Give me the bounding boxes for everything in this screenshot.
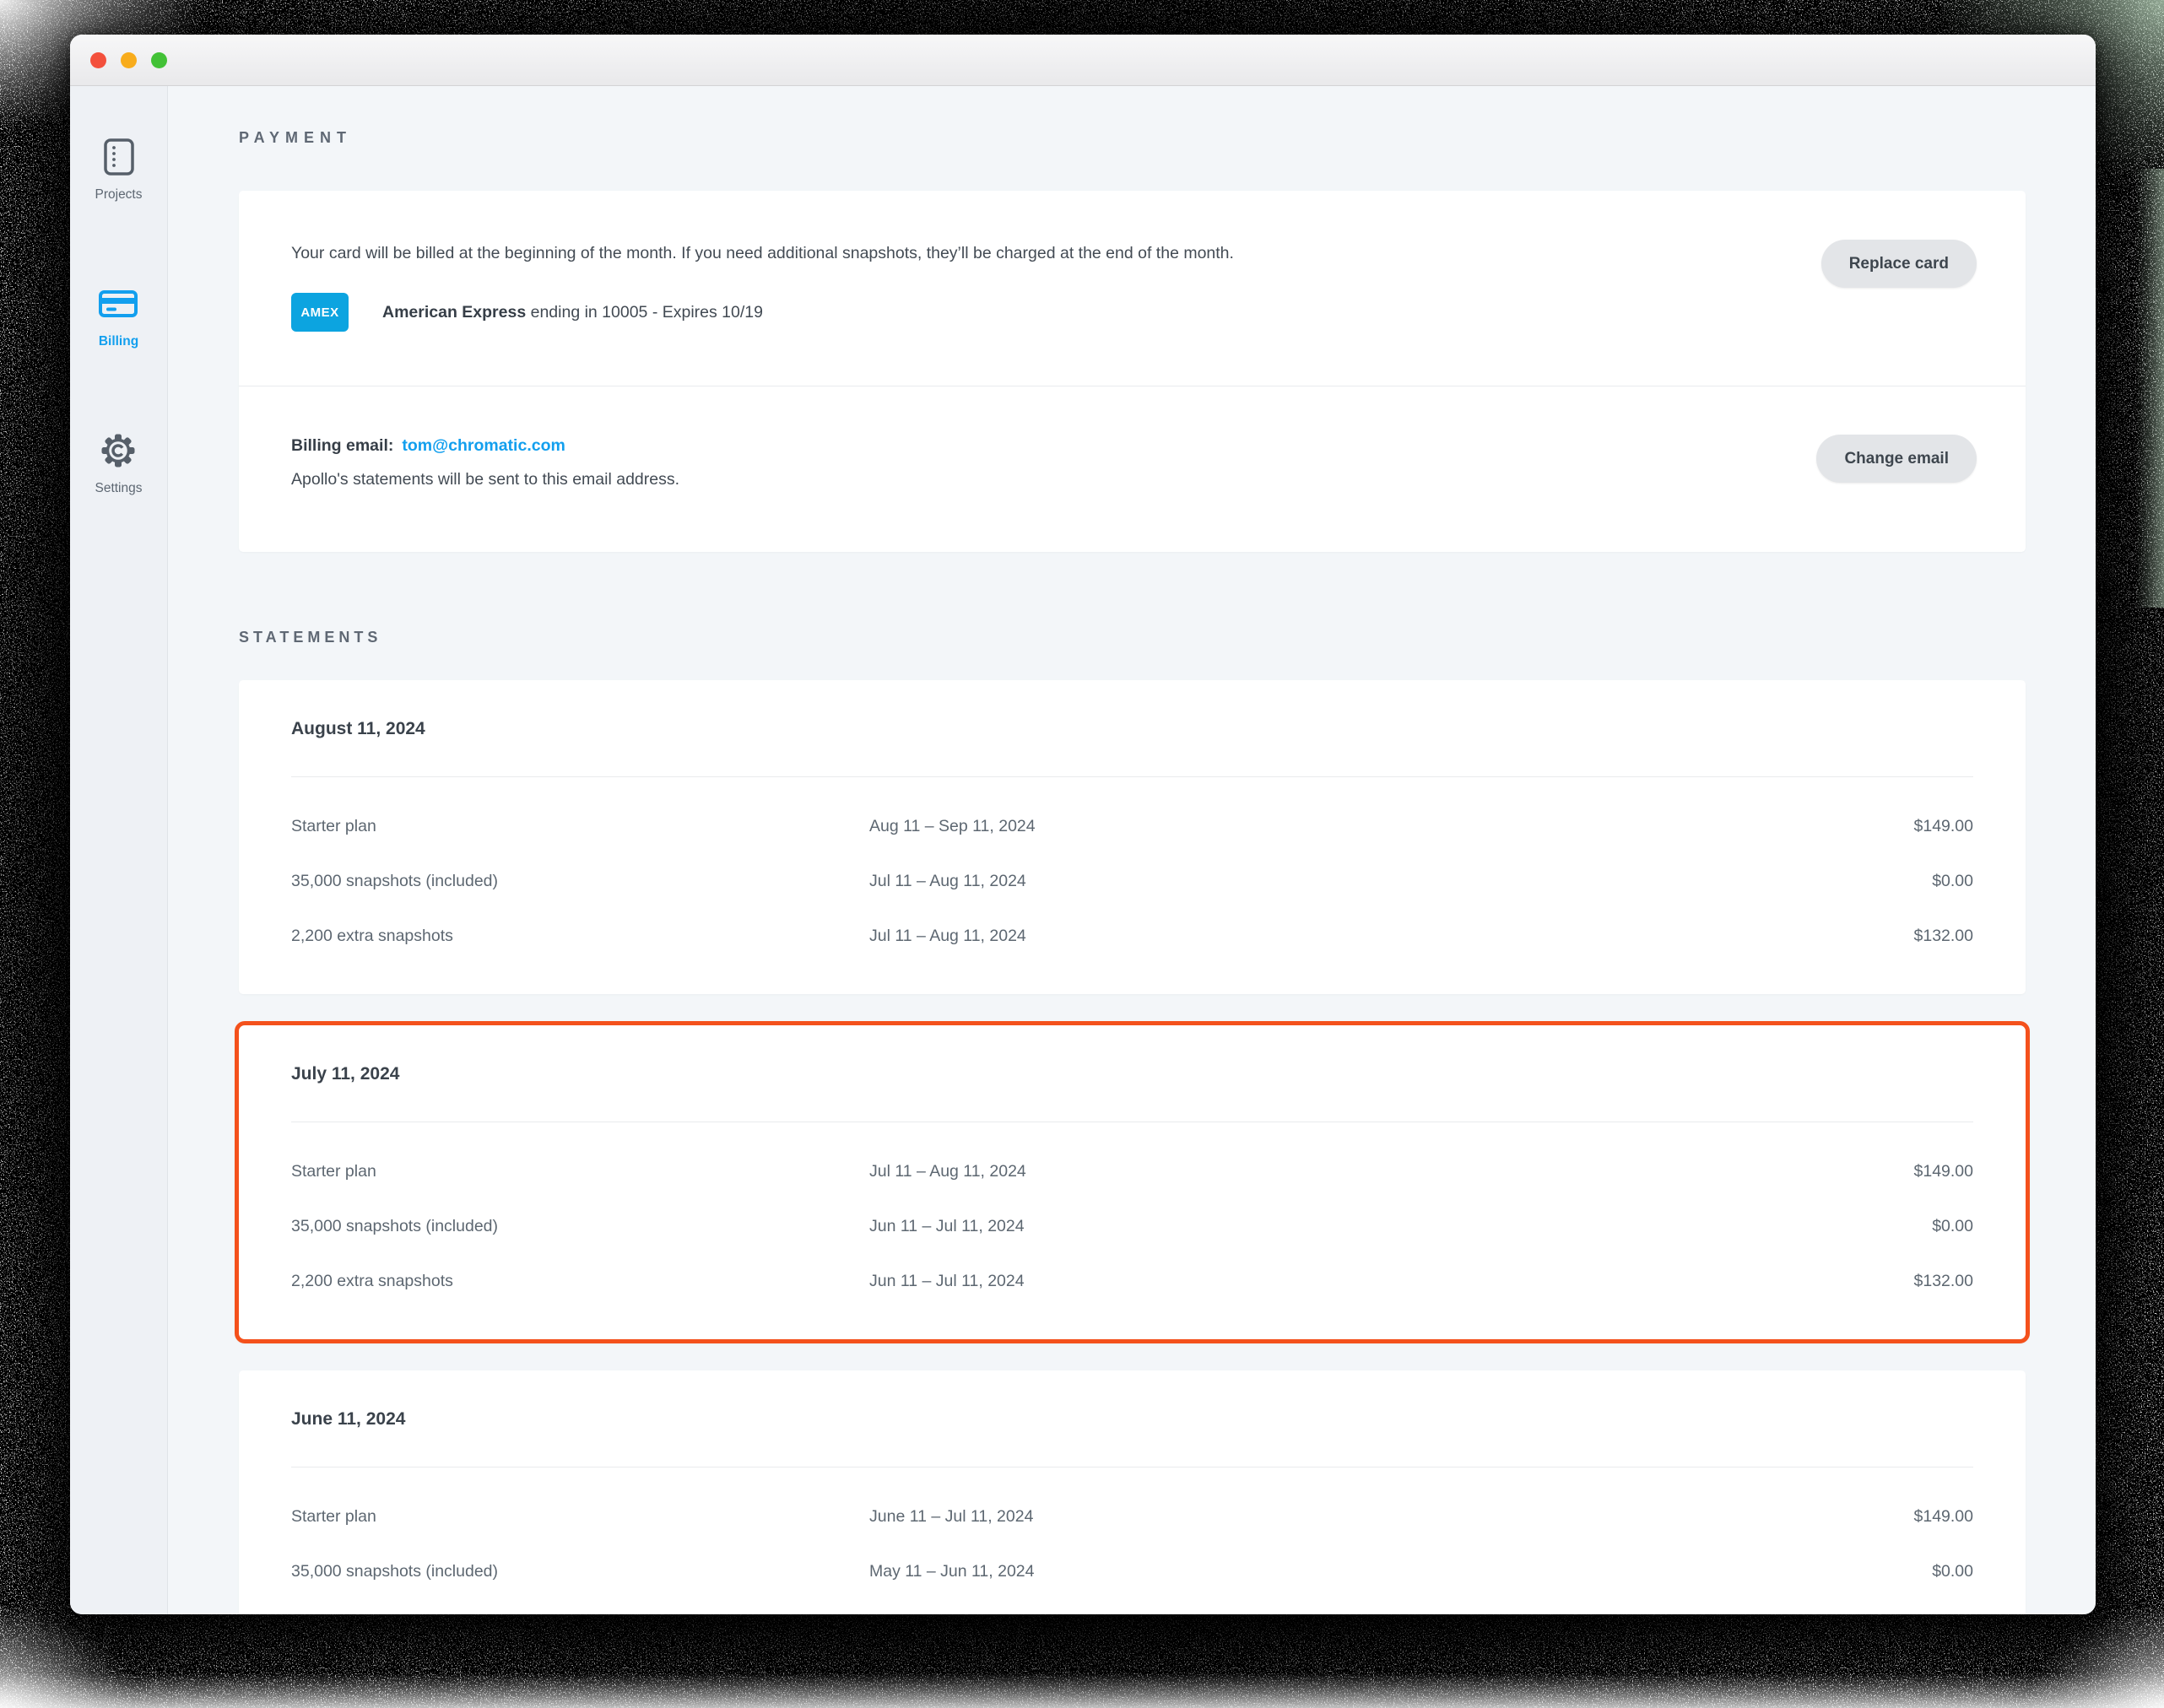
- statement-amount: $132.00: [1914, 1272, 1974, 1291]
- sidebar: Projects Billing: [70, 86, 168, 1614]
- minimize-button[interactable]: [121, 52, 137, 68]
- statement-item: Starter plan: [291, 817, 869, 836]
- statement-period: Jun 11 – Jul 11, 2024: [869, 1272, 1914, 1291]
- statement-period: Jul 11 – Aug 11, 2024: [869, 1162, 1914, 1181]
- statement-row: Starter plan Aug 11 – Sep 11, 2024 $149.…: [291, 799, 1973, 854]
- statement-amount: $149.00: [1914, 817, 1974, 836]
- statement-row: 35,000 snapshots (included) Jul 11 – Aug…: [291, 854, 1973, 909]
- statement-row: 35,000 snapshots (included) May 11 – Jun…: [291, 1544, 1973, 1599]
- projects-icon: [104, 138, 134, 176]
- statement-date: June 11, 2024: [291, 1409, 1973, 1430]
- change-email-button[interactable]: Change email: [1816, 435, 1977, 483]
- statement-amount: $149.00: [1914, 1162, 1974, 1181]
- settings-icon: [100, 432, 137, 469]
- amex-card-icon: AMEX: [291, 293, 349, 332]
- billing-email-section: Billing email: tom@chromatic.com Apollo's…: [239, 386, 2026, 552]
- credit-card-row: AMEX American Express ending in 10005 - …: [291, 293, 1973, 332]
- statement-row: 2,200 extra snapshots Jul 11 – Aug 11, 2…: [291, 909, 1973, 964]
- billing-icon: [99, 285, 138, 322]
- sidebar-item-billing[interactable]: Billing: [99, 285, 138, 351]
- billing-email-note: Apollo's statements will be sent to this…: [291, 469, 1973, 489]
- payment-card: Your card will be billed at the beginnin…: [239, 191, 2026, 552]
- credit-card-summary: American Express ending in 10005 - Expir…: [382, 303, 763, 322]
- divider: [291, 776, 1973, 777]
- app-window: Projects Billing: [70, 35, 2096, 1614]
- statement-date: July 11, 2024: [291, 1064, 1973, 1084]
- statements-section-title: STATEMENTS: [239, 628, 2026, 646]
- card-details: ending in 10005 - Expires 10/19: [526, 303, 763, 322]
- card-brand: American Express: [382, 303, 526, 322]
- statement-card-highlighted[interactable]: July 11, 2024 Starter plan Jul 11 – Aug …: [235, 1021, 2030, 1343]
- statement-amount: $0.00: [1932, 872, 1973, 891]
- window-titlebar: [70, 35, 2096, 86]
- statement-date: August 11, 2024: [291, 719, 1973, 739]
- billing-email-link[interactable]: tom@chromatic.com: [402, 436, 565, 455]
- statement-period: Jul 11 – Aug 11, 2024: [869, 872, 1932, 891]
- statement-row: Starter plan Jul 11 – Aug 11, 2024 $149.…: [291, 1144, 1973, 1199]
- statement-amount: $0.00: [1932, 1562, 1973, 1581]
- statement-amount: $0.00: [1932, 1217, 1973, 1236]
- statement-item: 35,000 snapshots (included): [291, 1562, 869, 1581]
- payment-section-title: PAYMENT: [239, 128, 2026, 147]
- statement-item: 2,200 extra snapshots: [291, 927, 869, 946]
- statement-row: 2,200 extra snapshots Jun 11 – Jul 11, 2…: [291, 1254, 1973, 1309]
- statement-amount: $149.00: [1914, 1507, 1974, 1527]
- statement-amount: $132.00: [1914, 927, 1974, 946]
- billing-page: PAYMENT Your card will be billed at the …: [168, 86, 2096, 1614]
- replace-card-button[interactable]: Replace card: [1821, 240, 1977, 288]
- statement-item: Starter plan: [291, 1507, 869, 1527]
- sidebar-item-label: Projects: [95, 186, 143, 204]
- sidebar-item-settings[interactable]: Settings: [95, 432, 142, 498]
- sidebar-item-label: Settings: [95, 479, 142, 498]
- payment-method-section: Your card will be billed at the beginnin…: [239, 191, 2026, 386]
- sidebar-item-label: Billing: [99, 332, 138, 351]
- statement-period: May 11 – Jun 11, 2024: [869, 1562, 1932, 1581]
- statement-item: 35,000 snapshots (included): [291, 872, 869, 891]
- statement-card[interactable]: August 11, 2024 Starter plan Aug 11 – Se…: [239, 680, 2026, 994]
- statement-period: June 11 – Jul 11, 2024: [869, 1507, 1914, 1527]
- statement-period: Jun 11 – Jul 11, 2024: [869, 1217, 1932, 1236]
- maximize-button[interactable]: [151, 52, 167, 68]
- screenshot-canvas: Projects Billing: [0, 0, 2164, 1708]
- statement-row: Starter plan June 11 – Jul 11, 2024 $149…: [291, 1489, 1973, 1544]
- statement-period: Jul 11 – Aug 11, 2024: [869, 927, 1914, 946]
- statement-item: 35,000 snapshots (included): [291, 1217, 869, 1236]
- billing-email-label: Billing email:: [291, 436, 393, 455]
- statement-row: 35,000 snapshots (included) Jun 11 – Jul…: [291, 1199, 1973, 1254]
- billing-note: Your card will be billed at the beginnin…: [291, 240, 1308, 268]
- statement-item: Starter plan: [291, 1162, 869, 1181]
- statement-card[interactable]: June 11, 2024 Starter plan June 11 – Jul…: [239, 1370, 2026, 1614]
- statement-item: 2,200 extra snapshots: [291, 1272, 869, 1291]
- sidebar-item-projects[interactable]: Projects: [95, 138, 143, 204]
- billing-email-line: Billing email: tom@chromatic.com: [291, 435, 1973, 456]
- close-button[interactable]: [90, 52, 106, 68]
- statement-period: Aug 11 – Sep 11, 2024: [869, 817, 1914, 836]
